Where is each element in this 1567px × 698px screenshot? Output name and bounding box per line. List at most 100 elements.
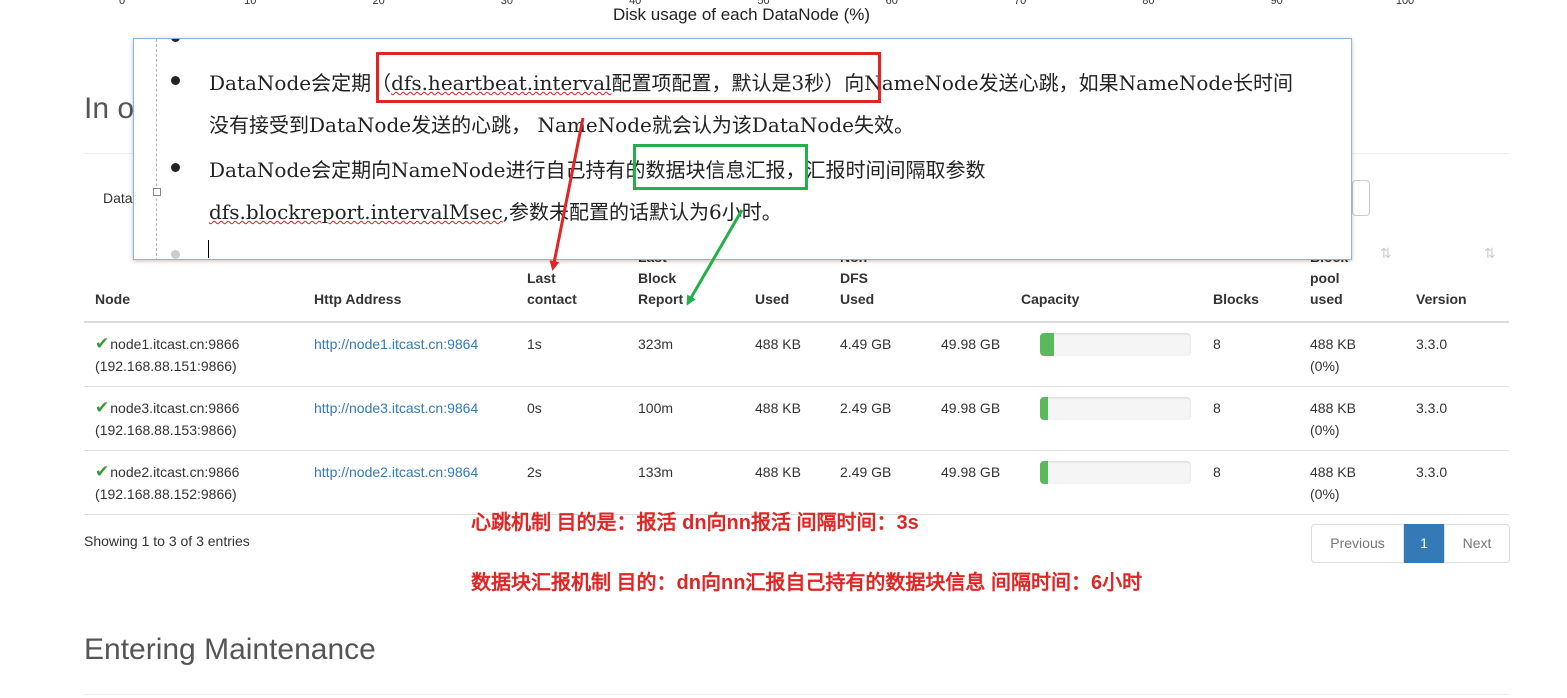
axis-tick-label: 10 (244, 0, 257, 7)
chart-axis-title: Disk usage of each DataNode (%) (613, 5, 871, 24)
section-divider (84, 694, 1509, 695)
indent-guide (156, 39, 157, 259)
cell-blocks: 8 (1213, 400, 1221, 416)
th-last-contact-line1: Last (527, 270, 556, 286)
node-name: node2.itcast.cn:9866 (110, 464, 240, 480)
th-used[interactable]: Used (755, 289, 789, 310)
table-row-divider (84, 450, 1509, 451)
cell-capacity: 49.98 GB (941, 336, 1001, 352)
http-address-link[interactable]: http://node1.itcast.cn:9864 (314, 336, 478, 352)
table-header-divider (84, 321, 1509, 323)
search-input[interactable] (1352, 180, 1370, 216)
axis-tick-label: 60 (885, 0, 898, 7)
check-icon: ✔ (95, 398, 110, 417)
previous-button[interactable]: Previous (1311, 524, 1404, 563)
pagination: Previous 1 Next (1311, 524, 1510, 563)
next-button[interactable]: Next (1444, 524, 1510, 563)
bullet (171, 76, 180, 85)
cell-last-block-report: 323m (638, 336, 674, 352)
th-last-contact[interactable]: Last contact (527, 268, 577, 310)
cell-capacity: 49.98 GB (941, 400, 1001, 416)
cell-used: 488 KB (755, 336, 801, 352)
entries-info: Showing 1 to 3 of 3 entries (84, 533, 250, 549)
note-text: DataNode会定期（ (209, 71, 392, 95)
th-non-dfs-line3: Used (840, 291, 875, 307)
table-row-divider (84, 386, 1509, 387)
section-title-entering-maintenance: Entering Maintenance (84, 633, 376, 666)
node-ip: (192.168.88.153:9866) (95, 422, 237, 438)
cell-http: http://node3.itcast.cn:9864 (314, 397, 478, 419)
cell-node: ✔node1.itcast.cn:9866 (192.168.88.151:986… (95, 333, 239, 377)
capacity-progress-bar (1040, 333, 1191, 356)
sort-icon[interactable]: ⇅ (1484, 245, 1496, 262)
bp-used: 488 KB (1310, 336, 1356, 352)
capacity-progress-fill (1040, 461, 1048, 484)
cell-block-pool-used: 488 KB (0%) (1310, 461, 1356, 505)
sort-icon[interactable]: ⇅ (1380, 245, 1392, 262)
cell-last-contact: 0s (527, 400, 542, 416)
capacity-progress-bar (1040, 461, 1191, 484)
note-line-4: dfs.blockreport.intervalMsec,参数未配置的话默认为6… (209, 196, 782, 225)
cell-last-contact: 2s (527, 464, 542, 480)
cell-blocks: 8 (1213, 336, 1221, 352)
check-icon: ✔ (95, 462, 110, 481)
bp-pct: (0%) (1310, 358, 1340, 374)
http-address-link[interactable]: http://node3.itcast.cn:9864 (314, 400, 478, 416)
highlight-heartbeat-box (376, 52, 881, 103)
cell-non-dfs-used: 2.49 GB (840, 400, 892, 416)
check-icon: ✔ (95, 334, 110, 353)
page-1-button[interactable]: 1 (1404, 524, 1444, 563)
axis-tick-label: 20 (372, 0, 385, 7)
bp-used: 488 KB (1310, 400, 1356, 416)
cell-block-pool-used: 488 KB (0%) (1310, 333, 1356, 377)
note-line-3: DataNode会定期向NameNode进行自己持有的数据块信息汇报，汇报时间间… (209, 158, 986, 182)
cell-version: 3.3.0 (1416, 464, 1448, 480)
cell-non-dfs-used: 4.49 GB (840, 336, 892, 352)
bp-pct: (0%) (1310, 486, 1340, 502)
bullet (171, 250, 180, 259)
note-param-blockreport: dfs.blockreport.intervalMsec (209, 200, 503, 224)
cell-last-contact: 1s (527, 336, 542, 352)
section-title-in-operation: In o (84, 92, 135, 125)
axis-tick-label: 100 (1395, 0, 1415, 7)
annotation-blockreport: 数据块汇报机制 目的：dn向nn汇报自己持有的数据块信息 间隔时间：6小时 (471, 572, 1143, 594)
axis-tick-label: 70 (1013, 0, 1027, 7)
entries-control-label: Data (103, 190, 133, 206)
node-name: node1.itcast.cn:9866 (110, 336, 240, 352)
cell-http: http://node1.itcast.cn:9864 (314, 333, 478, 355)
cell-http: http://node2.itcast.cn:9864 (314, 461, 478, 483)
cell-last-block-report: 100m (638, 400, 674, 416)
note-text: ,参数未配置的话默认为6小时。 (502, 200, 782, 224)
th-bp-line3: used (1310, 291, 1343, 307)
node-ip: (192.168.88.152:9866) (95, 486, 237, 502)
bullet (171, 163, 180, 172)
highlight-blockreport-box (633, 144, 808, 190)
th-bp-line2: pool (1310, 270, 1340, 286)
th-last-contact-line2: contact (527, 291, 577, 307)
cell-version: 3.3.0 (1416, 400, 1448, 416)
th-node[interactable]: Node (95, 289, 130, 310)
axis-tick-label: 90 (1270, 0, 1283, 7)
th-last-block-line3: Report (638, 291, 684, 307)
cell-last-block-report: 133m (638, 464, 674, 480)
th-blocks[interactable]: Blocks (1213, 289, 1259, 310)
cell-capacity: 49.98 GB (941, 464, 1001, 480)
th-capacity[interactable]: Capacity (1021, 289, 1079, 310)
cell-block-pool-used: 488 KB (0%) (1310, 397, 1356, 441)
axis-tick-label: 80 (1142, 0, 1155, 7)
capacity-progress-fill (1040, 397, 1048, 420)
node-ip: (192.168.88.151:9866) (95, 358, 237, 374)
cell-blocks: 8 (1213, 464, 1221, 480)
bullet (171, 39, 180, 42)
cell-non-dfs-used: 2.49 GB (840, 464, 892, 480)
cell-node: ✔node3.itcast.cn:9866 (192.168.88.153:986… (95, 397, 239, 441)
bp-used: 488 KB (1310, 464, 1356, 480)
node-name: node3.itcast.cn:9866 (110, 400, 240, 416)
resize-handle[interactable] (153, 188, 161, 196)
th-http-address[interactable]: Http Address (314, 289, 401, 310)
http-address-link[interactable]: http://node2.itcast.cn:9864 (314, 464, 478, 480)
text-caret (208, 240, 209, 258)
capacity-progress-bar (1040, 397, 1191, 420)
cell-version: 3.3.0 (1416, 336, 1448, 352)
th-version[interactable]: Version (1416, 289, 1467, 310)
